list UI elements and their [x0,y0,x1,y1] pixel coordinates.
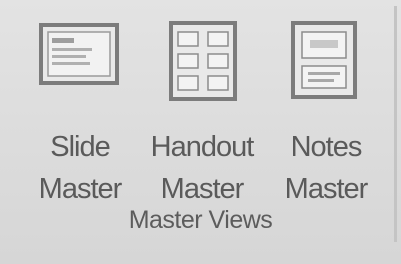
handout-master-label-line1: Handout [150,131,255,163]
notes-master-button[interactable]: Notes Master [256,14,396,205]
slide-master-label: Slide Master [10,126,150,210]
notes-master-icon [290,20,358,100]
handout-master-icon [168,20,238,102]
slide-master-icon [38,22,120,86]
group-label: Master Views [128,206,273,234]
slide-master-label-line2: Master [38,173,123,205]
notes-master-label: Notes Master [256,126,396,210]
master-views-group: Slide Master Handout Master Notes Master… [0,0,401,264]
handout-master-label: Handout Master [132,126,272,210]
notes-master-label-line2: Master [284,173,369,205]
group-separator [394,6,397,242]
slide-master-label-line1: Slide [50,131,111,163]
slide-master-button[interactable]: Slide Master [10,14,150,205]
notes-master-label-line1: Notes [290,131,363,163]
handout-master-button[interactable]: Handout Master [132,14,272,205]
handout-master-label-line2: Master [160,173,245,205]
